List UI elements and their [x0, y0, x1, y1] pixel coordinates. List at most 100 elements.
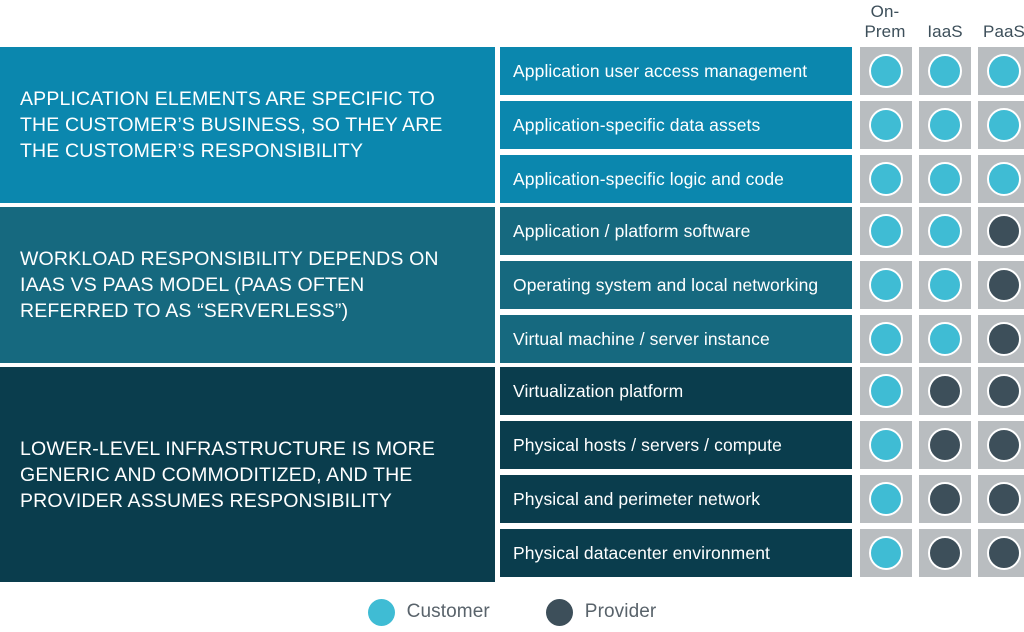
responsibility-dot-provider-icon: [987, 374, 1021, 408]
column-header-iaas: IaaS: [915, 0, 975, 42]
group-panel-application-elements-text: APPLICATION ELEMENTS ARE SPECIFIC TO THE…: [20, 88, 443, 162]
layer-row-label: Virtual machine / server instance: [513, 328, 770, 349]
responsibility-cell-paas: [978, 261, 1024, 309]
layer-row-label: Application-specific data assets: [513, 114, 761, 135]
responsibility-dot-provider-icon: [928, 536, 962, 570]
responsibility-cell-paas: [978, 367, 1024, 415]
legend-item-provider: Provider: [545, 598, 657, 626]
responsibility-dot-provider-icon: [987, 482, 1021, 516]
responsibility-cell-on-prem: [860, 421, 912, 469]
responsibility-dot-provider-icon: [987, 214, 1021, 248]
group-panel-application-elements: APPLICATION ELEMENTS ARE SPECIFIC TO THE…: [0, 47, 495, 203]
layer-row-label: Physical and perimeter network: [513, 488, 761, 509]
responsibility-cell-iaas: [919, 421, 971, 469]
layer-row-label: Application / platform software: [513, 220, 751, 241]
group-panel-lower-level-infrastructure-text: LOWER-LEVEL INFRASTRUCTURE IS MORE GENER…: [20, 437, 436, 512]
layer-row: Physical and perimeter network: [500, 475, 852, 523]
responsibility-cell-paas: [978, 315, 1024, 363]
column-header-on-prem-line1: On-: [870, 2, 900, 21]
responsibility-dot-customer-icon: [869, 54, 903, 88]
responsibility-dot-provider-icon: [928, 482, 962, 516]
responsibility-cell-iaas: [919, 207, 971, 255]
group-panel-lower-level-infrastructure: LOWER-LEVEL INFRASTRUCTURE IS MORE GENER…: [0, 367, 495, 582]
responsibility-cell-paas: [978, 529, 1024, 577]
legend-dot-provider-icon: [545, 598, 573, 626]
layer-row-label: Physical hosts / servers / compute: [513, 434, 782, 455]
shared-responsibility-matrix: On- Prem IaaS PaaS APPLICATION ELEMENTS …: [0, 0, 1024, 632]
responsibility-dot-customer-icon: [928, 214, 962, 248]
responsibility-dot-provider-icon: [987, 268, 1021, 302]
responsibility-dot-customer-icon: [869, 374, 903, 408]
responsibility-dot-customer-icon: [869, 108, 903, 142]
layer-row-label: Operating system and local networking: [513, 274, 819, 295]
layer-row: Virtual machine / server instance: [500, 315, 852, 363]
responsibility-dot-customer-icon: [987, 108, 1021, 142]
responsibility-dot-provider-icon: [928, 428, 962, 462]
group-panel-workload-responsibility: WORKLOAD RESPONSIBILITY DEPENDS ON IAAS …: [0, 207, 495, 363]
responsibility-cell-on-prem: [860, 529, 912, 577]
responsibility-dot-customer-icon: [869, 322, 903, 356]
responsibility-dot-customer-icon: [928, 268, 962, 302]
responsibility-cell-on-prem: [860, 475, 912, 523]
layer-row: Virtualization platform: [500, 367, 852, 415]
responsibility-cell-on-prem: [860, 207, 912, 255]
responsibility-cell-iaas: [919, 155, 971, 203]
responsibility-cell-iaas: [919, 261, 971, 309]
layer-row: Application user access management: [500, 47, 852, 95]
responsibility-dot-customer-icon: [987, 54, 1021, 88]
responsibility-cell-iaas: [919, 367, 971, 415]
layer-row: Application-specific data assets: [500, 101, 852, 149]
responsibility-dot-customer-icon: [869, 428, 903, 462]
layer-row-label: Application-specific logic and code: [513, 168, 785, 189]
responsibility-cell-paas: [978, 155, 1024, 203]
column-header-iaas-line1: IaaS: [927, 22, 963, 41]
legend-item-customer: Customer: [367, 598, 490, 626]
column-header-on-prem-line2: Prem: [864, 22, 906, 41]
layer-row: Physical hosts / servers / compute: [500, 421, 852, 469]
responsibility-cell-paas: [978, 101, 1024, 149]
legend-label-customer: Customer: [406, 601, 490, 622]
responsibility-cell-paas: [978, 47, 1024, 95]
responsibility-dot-provider-icon: [987, 322, 1021, 356]
layer-row-label: Application user access management: [513, 60, 808, 81]
column-header-paas: PaaS: [974, 0, 1024, 42]
responsibility-cell-iaas: [919, 475, 971, 523]
responsibility-dot-customer-icon: [928, 108, 962, 142]
responsibility-dot-customer-icon: [869, 482, 903, 516]
responsibility-dot-customer-icon: [869, 536, 903, 570]
responsibility-cell-iaas: [919, 101, 971, 149]
legend-label-provider: Provider: [584, 601, 657, 622]
responsibility-cell-on-prem: [860, 155, 912, 203]
layer-row: Application / platform software: [500, 207, 852, 255]
responsibility-dot-customer-icon: [928, 162, 962, 196]
layer-row: Physical datacenter environment: [500, 529, 852, 577]
responsibility-dot-provider-icon: [987, 428, 1021, 462]
responsibility-dot-customer-icon: [869, 268, 903, 302]
responsibility-cell-on-prem: [860, 47, 912, 95]
responsibility-cell-iaas: [919, 529, 971, 577]
responsibility-cell-paas: [978, 475, 1024, 523]
legend: Customer Provider: [0, 592, 1024, 632]
column-header-on-prem: On- Prem: [855, 0, 915, 42]
legend-dot-customer-icon: [367, 598, 395, 626]
group-panel-workload-responsibility-text: WORKLOAD RESPONSIBILITY DEPENDS ON IAAS …: [20, 248, 439, 322]
responsibility-cell-on-prem: [860, 367, 912, 415]
responsibility-dot-customer-icon: [987, 162, 1021, 196]
responsibility-dot-customer-icon: [928, 322, 962, 356]
responsibility-dot-customer-icon: [928, 54, 962, 88]
layer-row: Application-specific logic and code: [500, 155, 852, 203]
responsibility-cell-paas: [978, 207, 1024, 255]
layer-row-label: Virtualization platform: [513, 380, 684, 401]
responsibility-dot-provider-icon: [987, 536, 1021, 570]
responsibility-cell-on-prem: [860, 261, 912, 309]
responsibility-dot-provider-icon: [928, 374, 962, 408]
responsibility-cell-on-prem: [860, 315, 912, 363]
responsibility-cell-on-prem: [860, 101, 912, 149]
column-header-paas-line1: PaaS: [983, 22, 1024, 41]
responsibility-cell-paas: [978, 421, 1024, 469]
layer-row-label: Physical datacenter environment: [513, 542, 770, 563]
responsibility-dot-customer-icon: [869, 162, 903, 196]
layer-row: Operating system and local networking: [500, 261, 852, 309]
responsibility-cell-iaas: [919, 315, 971, 363]
responsibility-cell-iaas: [919, 47, 971, 95]
